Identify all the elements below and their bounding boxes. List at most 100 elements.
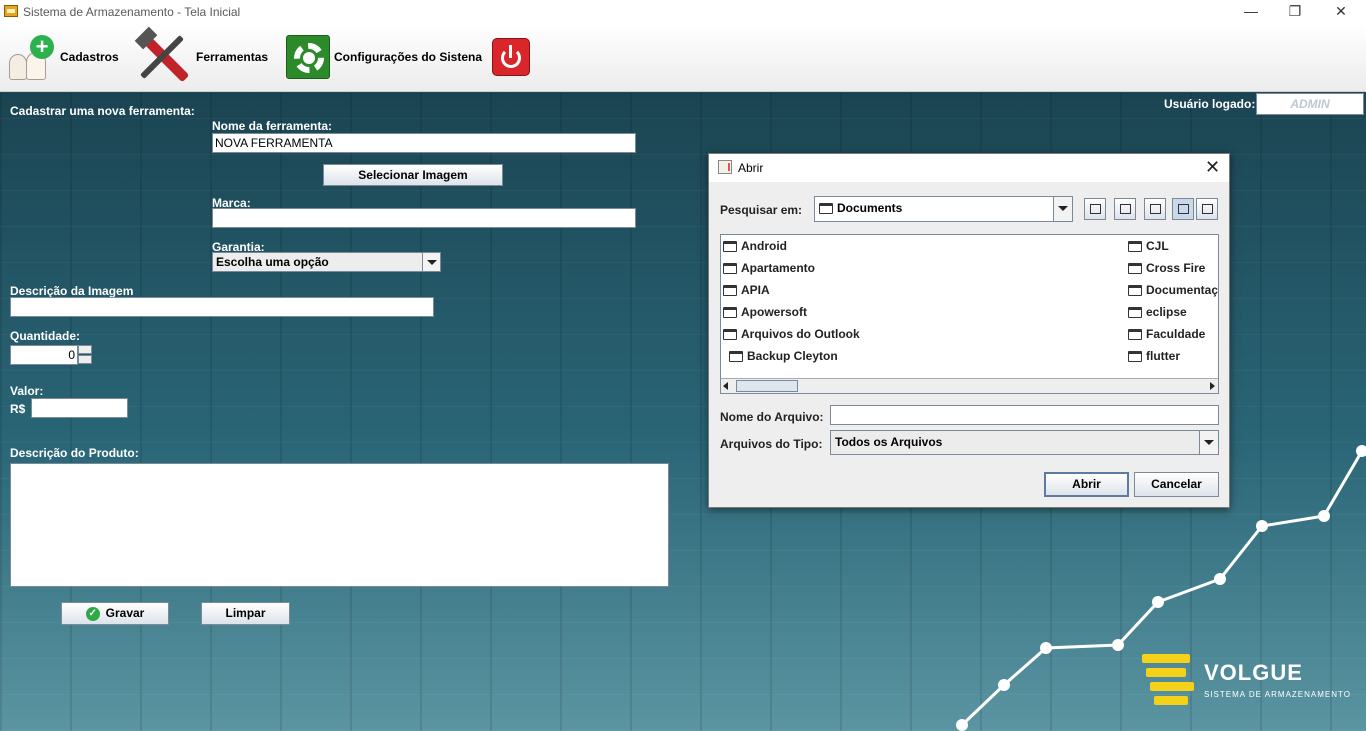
nome-label: Nome da ferramenta:	[212, 119, 333, 133]
list-item[interactable]: Android	[723, 239, 787, 253]
list-view-button[interactable]	[1172, 198, 1194, 220]
list-item[interactable]: CJL	[1128, 239, 1169, 253]
list-item[interactable]: Arquivos do Outlook	[723, 327, 860, 341]
dialog-title: Abrir	[738, 161, 764, 175]
logo-name: VOLGUE	[1204, 660, 1303, 685]
minimize-button[interactable]: —	[1228, 0, 1274, 24]
ferramentas-button[interactable]: Ferramentas	[134, 26, 269, 86]
marca-input[interactable]	[212, 208, 636, 228]
folder-icon	[1128, 241, 1142, 253]
list-item[interactable]: APIA	[723, 283, 770, 297]
limpar-button[interactable]: Limpar	[201, 602, 290, 625]
volgue-logo: VOLGUE SISTEMA DE ARMAZENAMENTO	[1142, 654, 1352, 710]
currency-label: R$	[10, 402, 26, 416]
scroll-thumb[interactable]	[736, 380, 798, 392]
desc-produto-textarea[interactable]	[10, 463, 669, 587]
open-button[interactable]: Abrir	[1044, 472, 1129, 497]
folder-icon	[723, 241, 737, 253]
list-item[interactable]: Documentaç	[1128, 283, 1218, 297]
list-item[interactable]: eclipse	[1128, 305, 1187, 319]
list-item[interactable]: Apartamento	[723, 261, 815, 275]
power-icon	[492, 38, 530, 76]
window-title: Sistema de Armazenamento - Tela Inicial	[23, 5, 241, 19]
up-folder-icon	[1090, 204, 1101, 214]
configuracoes-label: Configurações do Sistena	[334, 50, 483, 64]
up-folder-button[interactable]	[1084, 198, 1106, 220]
details-view-button[interactable]	[1196, 198, 1218, 220]
folder-icon	[1128, 263, 1142, 275]
java-icon	[718, 160, 732, 174]
quantidade-spinner-input[interactable]: 0	[10, 345, 78, 365]
power-button[interactable]	[492, 28, 530, 86]
file-label: Faculdade	[1146, 327, 1206, 341]
cancel-button[interactable]: Cancelar	[1134, 472, 1219, 497]
new-folder-button[interactable]	[1144, 198, 1166, 220]
checkmark-icon: ✓	[85, 606, 100, 621]
file-type-select[interactable]: Todos os Arquivos	[830, 430, 1219, 455]
file-label: Cross Fire	[1146, 261, 1206, 275]
dialog-close-button[interactable]: ✕	[1205, 157, 1220, 178]
file-label: Apartamento	[741, 261, 816, 275]
file-name-input[interactable]	[830, 405, 1219, 425]
look-in-value: Documents	[837, 201, 903, 215]
file-label: Android	[741, 239, 787, 253]
logo-subtitle: SISTEMA DE ARMAZENAMENTO	[1204, 690, 1351, 699]
scroll-left-icon[interactable]	[723, 382, 728, 390]
ferramentas-label: Ferramentas	[196, 50, 269, 64]
new-folder-icon	[1150, 204, 1161, 214]
file-label: Backup Cleyton	[747, 349, 838, 363]
folder-icon	[819, 203, 833, 215]
gravar-label: Gravar	[105, 606, 145, 620]
gear-icon	[286, 35, 330, 79]
spinner-up-arrow-icon[interactable]	[78, 345, 92, 354]
chevron-down-icon	[422, 253, 440, 271]
home-button[interactable]	[1114, 198, 1136, 220]
chevron-down-icon	[1053, 197, 1072, 221]
home-icon	[1120, 204, 1131, 214]
folder-icon	[729, 351, 743, 363]
quantidade-label: Quantidade:	[10, 329, 81, 343]
list-item[interactable]: flutter	[1128, 349, 1180, 363]
folder-icon	[723, 329, 737, 341]
desc-imagem-label: Descrição da Imagem	[10, 284, 134, 298]
hammer-wrench-icon	[134, 26, 192, 86]
gravar-button[interactable]: ✓ Gravar	[61, 602, 169, 625]
look-in-label: Pesquisar em:	[720, 203, 803, 217]
list-item[interactable]: Apowersoft	[723, 305, 807, 319]
folder-icon	[1128, 329, 1142, 341]
desc-produto-label: Descrição do Produto:	[10, 446, 139, 460]
details-view-icon	[1202, 204, 1213, 214]
list-item[interactable]: Backup Cleyton	[729, 349, 838, 363]
maximize-button[interactable]: ❐	[1272, 0, 1318, 24]
file-label: Documentaç	[1146, 283, 1219, 297]
folder-icon	[1128, 307, 1142, 319]
file-label: Arquivos do Outlook	[741, 327, 860, 341]
look-in-select[interactable]: Documents	[814, 196, 1073, 222]
file-label: flutter	[1146, 349, 1180, 363]
list-item[interactable]: Cross Fire	[1128, 261, 1205, 275]
file-label: CJL	[1146, 239, 1169, 253]
main-toolbar: + Cadastros Ferramentas Configurações do…	[0, 24, 1366, 92]
file-name-label: Nome do Arquivo:	[720, 410, 824, 424]
valor-label: Valor:	[10, 384, 44, 398]
select-image-button[interactable]: Selecionar Imagem	[323, 164, 503, 186]
close-window-button[interactable]: ✕	[1318, 0, 1364, 24]
file-list: Android Apartamento APIA Apowersoft Arqu…	[720, 234, 1219, 394]
configuracoes-button[interactable]: Configurações do Sistena	[286, 28, 482, 86]
form-heading: Cadastrar uma nova ferramenta:	[10, 104, 195, 118]
cadastros-button[interactable]: + Cadastros	[6, 28, 119, 86]
spinner-down-arrow-icon[interactable]	[78, 355, 92, 364]
horizontal-scrollbar[interactable]	[721, 378, 1218, 393]
list-item[interactable]: Faculdade	[1128, 327, 1205, 341]
cadastros-label: Cadastros	[60, 50, 119, 64]
garantia-select[interactable]: Escolha uma opção	[212, 252, 441, 272]
folder-icon	[723, 285, 737, 297]
app-icon	[4, 5, 18, 17]
file-type-value: Todos os Arquivos	[835, 435, 943, 449]
desc-imagem-input[interactable]	[10, 297, 434, 317]
user-logged-label: Usuário logado:	[1164, 97, 1256, 111]
valor-input[interactable]	[31, 398, 128, 418]
chevron-down-icon	[1199, 431, 1218, 454]
scroll-right-icon[interactable]	[1210, 382, 1215, 390]
nome-input[interactable]: NOVA FERRAMENTA	[212, 133, 636, 153]
